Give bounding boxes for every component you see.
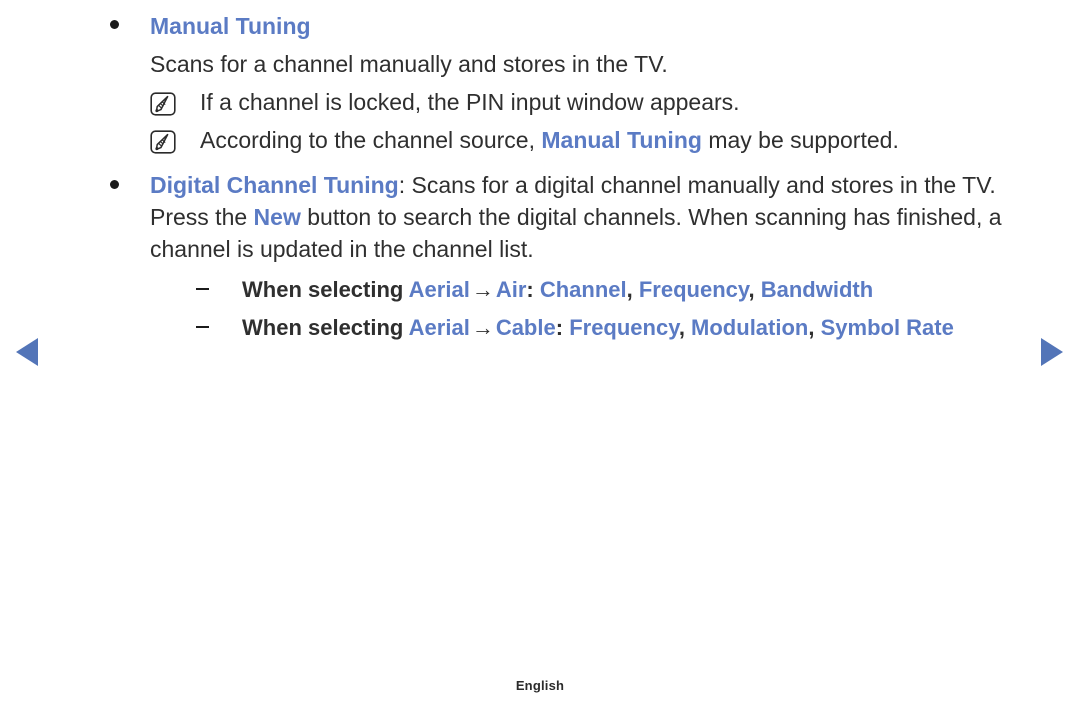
footer-language: English bbox=[515, 678, 565, 693]
manual-tuning-heading: Manual Tuning bbox=[150, 13, 311, 39]
note-prefix: According to the channel source, bbox=[200, 127, 542, 153]
manual-tuning-description: Scans for a channel manually and stores … bbox=[150, 51, 668, 77]
field-term-symbol-rate: Symbol Rate bbox=[820, 315, 954, 340]
note-text: According to the channel source, Manual … bbox=[200, 121, 1016, 159]
sub-item-colon: : bbox=[526, 277, 534, 302]
sub-item-colon: : bbox=[555, 315, 564, 340]
digital-channel-tuning-text: Digital Channel Tuning: Scans for a digi… bbox=[150, 169, 1016, 265]
dash-marker-icon bbox=[196, 309, 242, 347]
bullet-dot-icon bbox=[104, 8, 150, 45]
sub-item-air-text: When selecting Aerial→Air: Channel, Freq… bbox=[242, 271, 1016, 309]
digital-channel-tuning-term: Digital Channel Tuning bbox=[150, 172, 399, 198]
bullet-dot-icon bbox=[104, 169, 150, 201]
next-page-arrow-icon[interactable] bbox=[1041, 338, 1063, 366]
source-term-aerial: Aerial bbox=[408, 277, 470, 302]
note-row: According to the channel source, Manual … bbox=[150, 121, 1016, 159]
arrow-right-icon: → bbox=[471, 277, 494, 302]
field-term-modulation: Modulation bbox=[691, 315, 809, 340]
sub-item-air: When selecting Aerial→Air: Channel, Freq… bbox=[196, 271, 1016, 309]
prev-page-arrow-icon[interactable] bbox=[16, 338, 38, 366]
mode-term-cable: Cable bbox=[495, 315, 556, 340]
note-pencil-icon bbox=[150, 83, 200, 116]
sub-item-cable: When selecting Aerial→Cable: Frequency, … bbox=[196, 309, 1016, 347]
field-term-bandwidth: Bandwidth bbox=[760, 277, 874, 302]
manual-page: Manual Tuning Scans for a channel manual… bbox=[0, 0, 1080, 705]
field-separator: , bbox=[748, 277, 761, 302]
manual-tuning-bullet: Manual Tuning bbox=[104, 8, 1016, 45]
source-term-aerial: Aerial bbox=[408, 315, 470, 340]
note-text: If a channel is locked, the PIN input wi… bbox=[200, 89, 740, 115]
sub-item-lead: When selecting bbox=[242, 315, 409, 340]
content-column: Manual Tuning Scans for a channel manual… bbox=[104, 8, 1016, 347]
note-pencil-icon bbox=[150, 121, 200, 154]
sub-item-lead: When selecting bbox=[242, 277, 409, 302]
field-separator: , bbox=[626, 277, 639, 302]
manual-tuning-inline-term: Manual Tuning bbox=[541, 127, 702, 153]
note-suffix: may be supported. bbox=[701, 127, 899, 153]
field-separator: , bbox=[678, 315, 692, 340]
field-term-frequency: Frequency bbox=[569, 315, 679, 340]
sub-item-cable-text: When selecting Aerial→Cable: Frequency, … bbox=[242, 309, 1016, 347]
field-separator: , bbox=[808, 315, 821, 340]
note-row: If a channel is locked, the PIN input wi… bbox=[150, 83, 1016, 121]
field-term-frequency: Frequency bbox=[638, 277, 749, 302]
digital-channel-tuning-bullet: Digital Channel Tuning: Scans for a digi… bbox=[104, 169, 1016, 265]
new-button-term: New bbox=[253, 204, 301, 230]
field-term-channel: Channel bbox=[539, 277, 627, 302]
dash-marker-icon bbox=[196, 271, 242, 309]
arrow-right-icon: → bbox=[471, 315, 494, 340]
mode-term-air: Air bbox=[495, 277, 527, 302]
